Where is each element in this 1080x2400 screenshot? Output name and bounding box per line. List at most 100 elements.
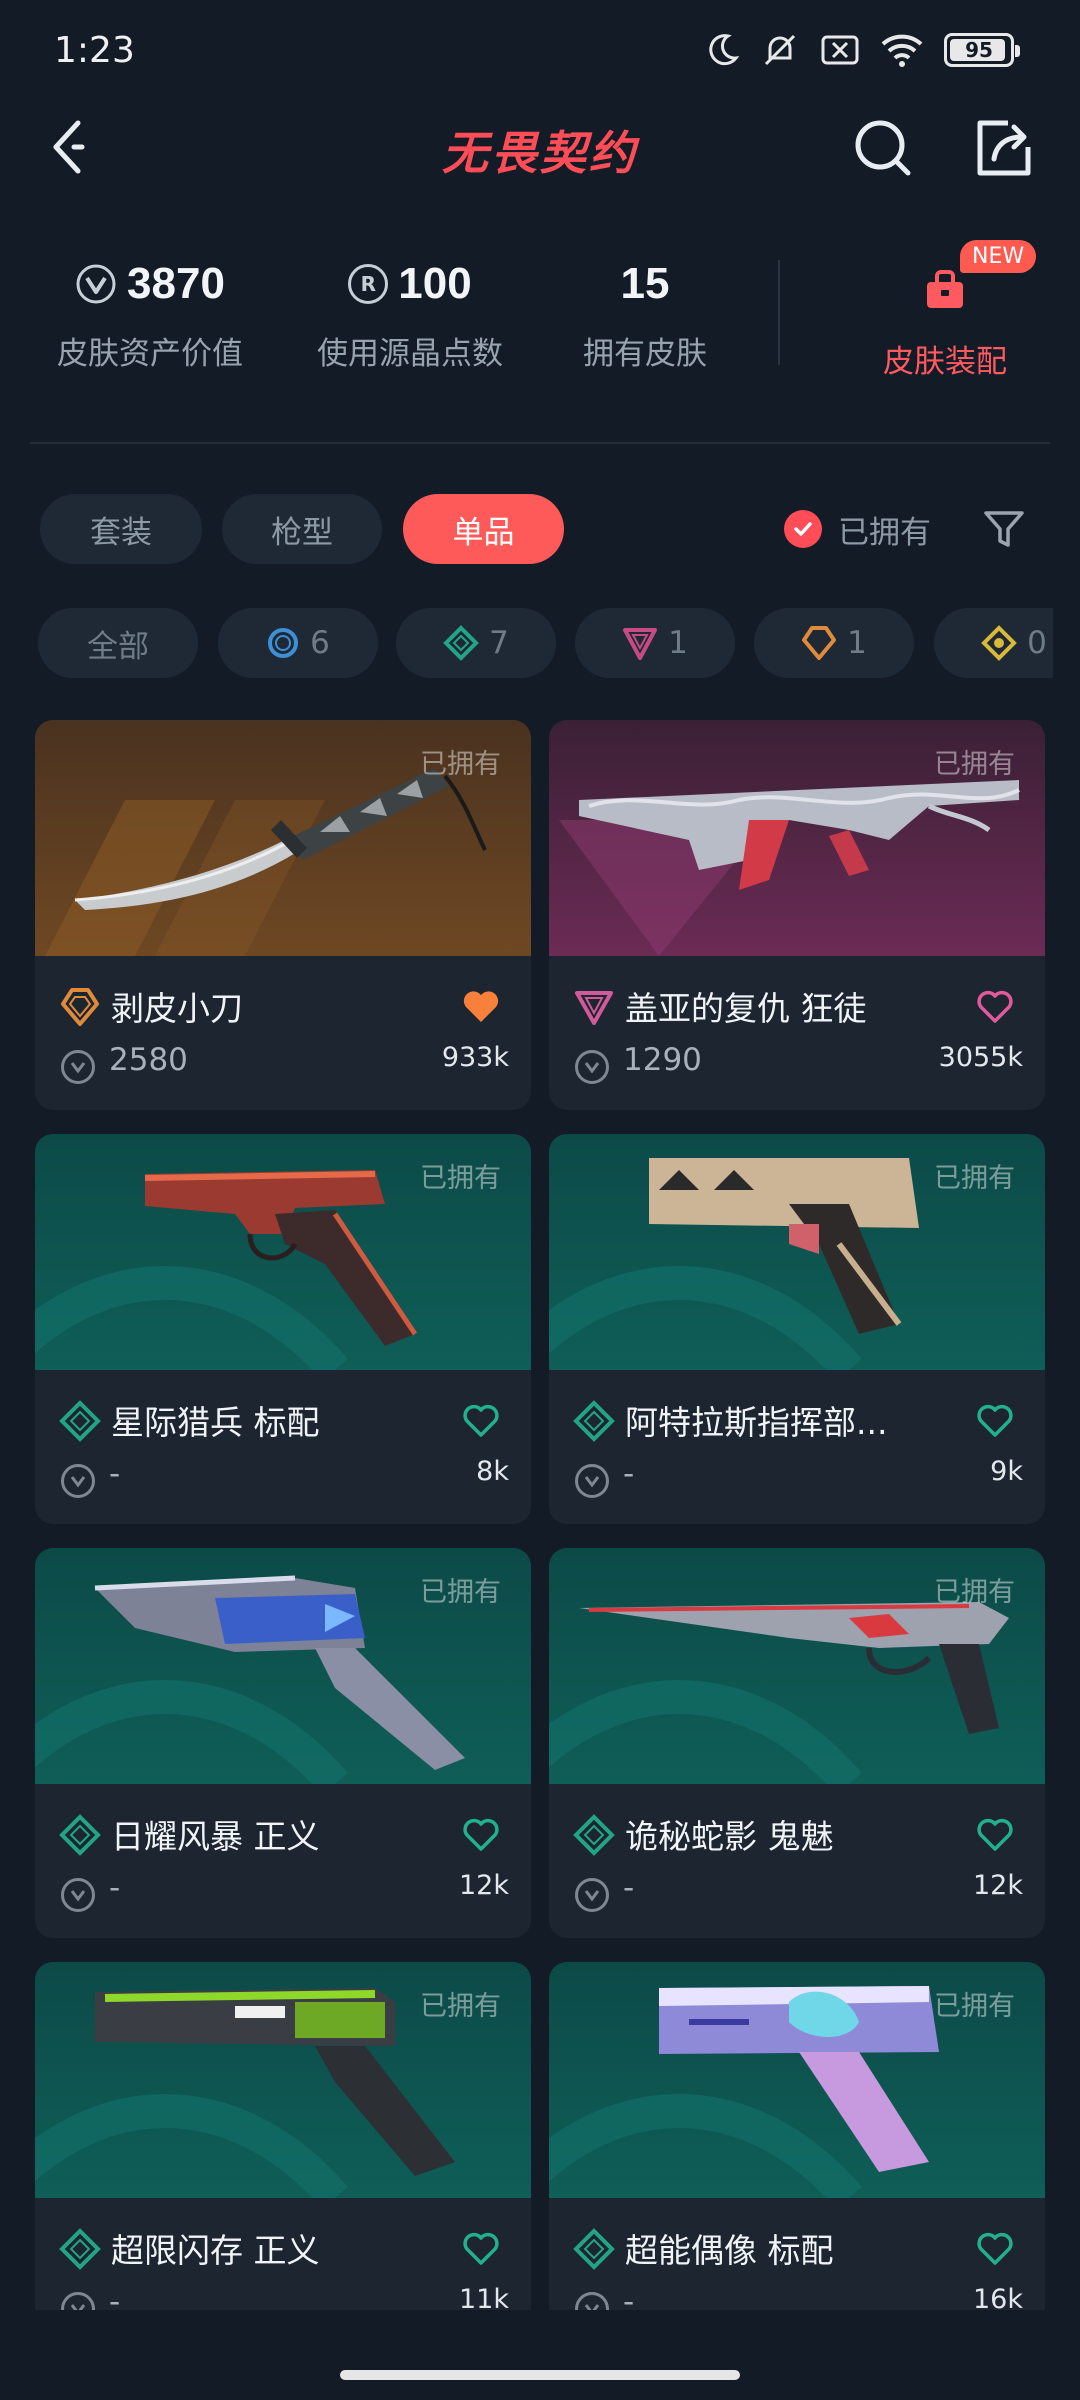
skin-likes: 16k — [973, 2284, 1023, 2310]
mute-icon — [764, 34, 796, 66]
skin-card[interactable]: 已拥有 超限闪存 正义 - 11k — [35, 1962, 531, 2310]
sim-off-icon — [821, 35, 859, 65]
deluxe-tier-icon — [443, 625, 479, 661]
heart-outline-icon[interactable] — [975, 2228, 1015, 2268]
skin-card[interactable]: 已拥有 剥皮小刀 2580 933k — [35, 720, 531, 1110]
skin-info: 剥皮小刀 2580 933k — [35, 956, 531, 1110]
vp-coin-icon — [61, 2292, 95, 2310]
skin-info: 盖亚的复仇 狂徒 1290 3055k — [549, 956, 1045, 1110]
stat-label: 使用源晶点数 — [317, 336, 503, 372]
search-button[interactable] — [850, 113, 916, 183]
stat-label: 拥有皮肤 — [583, 336, 707, 372]
deluxe-tier-icon — [573, 1400, 615, 1442]
vp-coin-icon — [76, 264, 116, 304]
chevron-left-icon — [53, 120, 85, 174]
skin-image: 已拥有 — [35, 720, 531, 956]
skin-name: 超能偶像 标配 — [625, 2231, 834, 2270]
tab-bundle[interactable]: 套装 — [40, 494, 202, 564]
skin-card[interactable]: 已拥有 阿特拉斯指挥部... - 9k — [549, 1134, 1045, 1524]
vp-coin-icon — [61, 1464, 95, 1498]
checkbox-checked-icon — [784, 510, 822, 548]
owned-tag: 已拥有 — [934, 1991, 1015, 2022]
tab-single-item[interactable]: 单品 — [403, 494, 564, 564]
tier-chip-select[interactable]: 6 — [218, 608, 378, 678]
heart-filled-icon[interactable] — [461, 986, 501, 1026]
premium-tier-icon — [623, 628, 658, 660]
skin-image: 已拥有 — [35, 1962, 531, 2198]
skin-card[interactable]: 已拥有 盖亚的复仇 狂徒 1290 3055k — [549, 720, 1045, 1110]
skin-name: 阿特拉斯指挥部... — [625, 1403, 888, 1442]
tab-weapon-type[interactable]: 枪型 — [222, 494, 382, 564]
stat-value: 100 — [398, 259, 472, 308]
skin-name: 剥皮小刀 — [111, 989, 243, 1028]
skin-card[interactable]: 已拥有 日耀风暴 正义 - 12k — [35, 1548, 531, 1938]
vp-coin-icon — [575, 1050, 609, 1084]
skin-likes: 8k — [476, 1456, 509, 1487]
skin-price: 1290 — [623, 1042, 702, 1078]
heart-outline-icon[interactable] — [461, 2228, 501, 2268]
tier-filter-bar: 全部 6 7 1 1 0 — [38, 608, 1053, 678]
heart-outline-icon[interactable] — [975, 1814, 1015, 1854]
home-indicator[interactable] — [340, 2370, 740, 2380]
tier-chip-all[interactable]: 全部 — [38, 608, 198, 678]
skin-image: 已拥有 — [35, 1134, 531, 1370]
skin-info: 阿特拉斯指挥部... - 9k — [549, 1370, 1045, 1524]
deluxe-tier-icon — [573, 2228, 615, 2270]
premium-tier-icon — [575, 991, 613, 1025]
filter-button[interactable] — [974, 496, 1034, 562]
heart-outline-icon[interactable] — [461, 1814, 501, 1854]
deluxe-tier-icon — [573, 1814, 615, 1856]
skin-name: 盖亚的复仇 狂徒 — [625, 989, 867, 1028]
skin-likes: 9k — [990, 1456, 1023, 1487]
heart-outline-icon[interactable] — [461, 1400, 501, 1440]
back-button[interactable] — [38, 107, 98, 187]
skin-info: 日耀风暴 正义 - 12k — [35, 1784, 531, 1938]
skin-info: 超能偶像 标配 - 16k — [549, 2198, 1045, 2310]
owned-filter-toggle[interactable]: 已拥有 — [784, 494, 931, 564]
owned-tag: 已拥有 — [420, 1577, 501, 1608]
heart-outline-icon[interactable] — [975, 1400, 1015, 1440]
share-button[interactable] — [970, 113, 1036, 183]
stat-radianite[interactable]: R 100 使用源晶点数 — [290, 254, 530, 373]
skin-price: 2580 — [109, 1042, 188, 1078]
skin-price: - — [623, 1870, 635, 1906]
tier-chip-exclusive[interactable]: 1 — [754, 608, 914, 678]
skin-card[interactable]: 已拥有 超能偶像 标配 - 16k — [549, 1962, 1045, 2310]
header: 无畏契约 — [0, 105, 1080, 255]
skin-name: 诡秘蛇影 鬼魅 — [625, 1817, 834, 1856]
stats-divider — [778, 260, 780, 365]
tier-chip-ultra[interactable]: 0 — [934, 608, 1053, 678]
tier-chip-premium[interactable]: 1 — [575, 608, 735, 678]
skin-image: 已拥有 — [549, 720, 1045, 956]
stat-owned-skins[interactable]: 15 拥有皮肤 — [550, 254, 740, 373]
skin-card[interactable]: 已拥有 诡秘蛇影 鬼魅 - 12k — [549, 1548, 1045, 1938]
skin-info: 星际猎兵 标配 - 8k — [35, 1370, 531, 1524]
stat-asset-value[interactable]: 3870 皮肤资产价值 — [30, 254, 270, 373]
ultra-tier-icon — [981, 625, 1017, 661]
tier-chip-count: 1 — [668, 625, 688, 661]
section-divider — [30, 442, 1050, 444]
tier-chip-count: 1 — [847, 625, 867, 661]
loadout-label: 皮肤装配 — [883, 344, 1007, 380]
loadout-button[interactable]: NEW 皮肤装配 — [820, 240, 1070, 381]
stat-value: 15 — [620, 259, 670, 308]
search-icon — [855, 120, 911, 176]
owned-tag: 已拥有 — [420, 1163, 501, 1194]
owned-tag: 已拥有 — [934, 1577, 1015, 1608]
tier-chip-count: 6 — [310, 625, 330, 661]
skin-likes: 3055k — [938, 1042, 1023, 1073]
new-badge: NEW — [960, 240, 1037, 273]
owned-filter-label: 已拥有 — [838, 514, 931, 551]
deluxe-tier-icon — [59, 1814, 101, 1856]
skin-name: 星际猎兵 标配 — [111, 1403, 320, 1442]
skin-card[interactable]: 已拥有 星际猎兵 标配 - 8k — [35, 1134, 531, 1524]
radianite-icon: R — [348, 264, 389, 304]
skin-likes: 12k — [459, 1870, 509, 1901]
tier-chip-deluxe[interactable]: 7 — [396, 608, 556, 678]
tier-chip-count: 0 — [1027, 625, 1047, 661]
skin-image: 已拥有 — [549, 1962, 1045, 2198]
moon-icon — [709, 34, 740, 66]
stats-panel: 3870 皮肤资产价值 R 100 使用源晶点数 15 拥有皮肤 NEW 皮肤装… — [30, 240, 1050, 390]
heart-outline-icon[interactable] — [975, 986, 1015, 1026]
skin-likes: 11k — [459, 2284, 509, 2310]
